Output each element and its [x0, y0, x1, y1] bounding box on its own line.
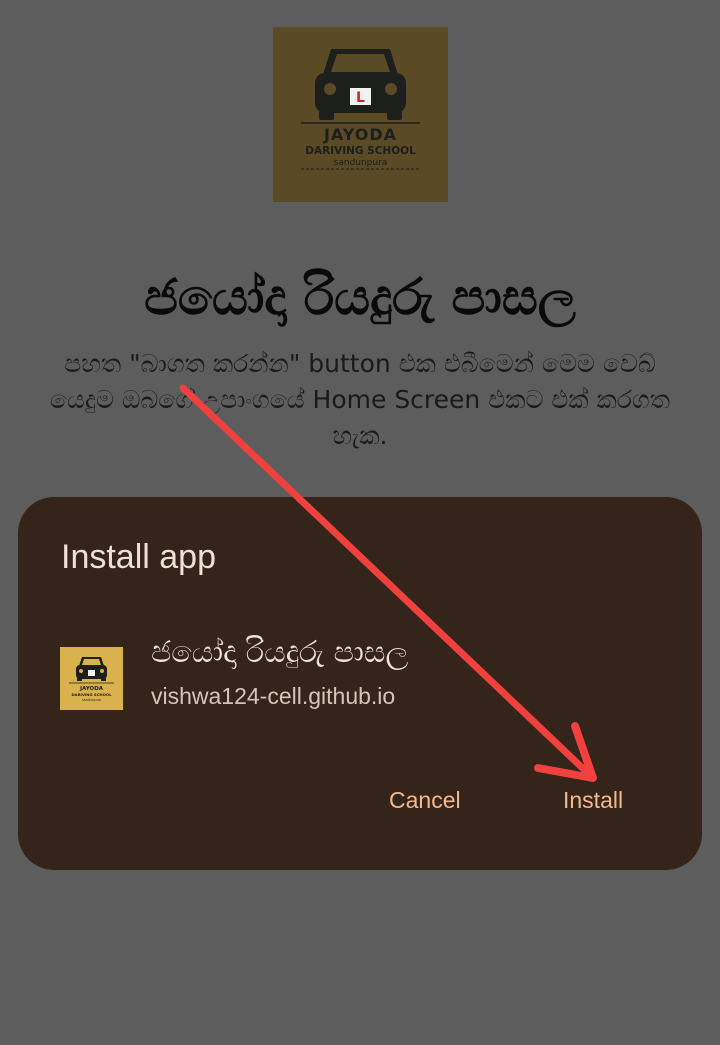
install-app-dialog: Install app JAYODA DARIVING SCHOOL sandu… — [18, 497, 702, 870]
app-car-icon: JAYODA DARIVING SCHOOL sandunpura — [69, 657, 114, 702]
app-url: vishwa124-cell.github.io — [151, 683, 396, 709]
app-icon-line2: DARIVING SCHOOL — [72, 692, 113, 697]
logo-line3: sandunpura — [334, 158, 388, 168]
logo-line2: DARIVING SCHOOL — [305, 145, 416, 157]
logo-name: JAYODA — [323, 125, 397, 144]
dialog-title: Install app — [61, 538, 216, 576]
school-logo: L JAYODA DARIVING SCHOOL sandunpura — [273, 27, 448, 202]
app-name: ජයෝදා රියදුරු පාසල — [151, 635, 409, 670]
app-icon: JAYODA DARIVING SCHOOL sandunpura — [60, 647, 123, 710]
install-button[interactable]: Install — [563, 780, 623, 820]
car-icon: L JAYODA DARIVING SCHOOL sandunpura — [301, 49, 420, 170]
logo-plate-letter: L — [356, 90, 365, 106]
cancel-button[interactable]: Cancel — [389, 780, 461, 820]
page-title: ජයෝදා රියදුරු පාසල — [144, 268, 576, 326]
page-description: පහත "බාගත කරන්න" button එක එබීමෙන් මෙම ව… — [49, 349, 671, 450]
app-icon-line3: sandunpura — [82, 698, 101, 702]
